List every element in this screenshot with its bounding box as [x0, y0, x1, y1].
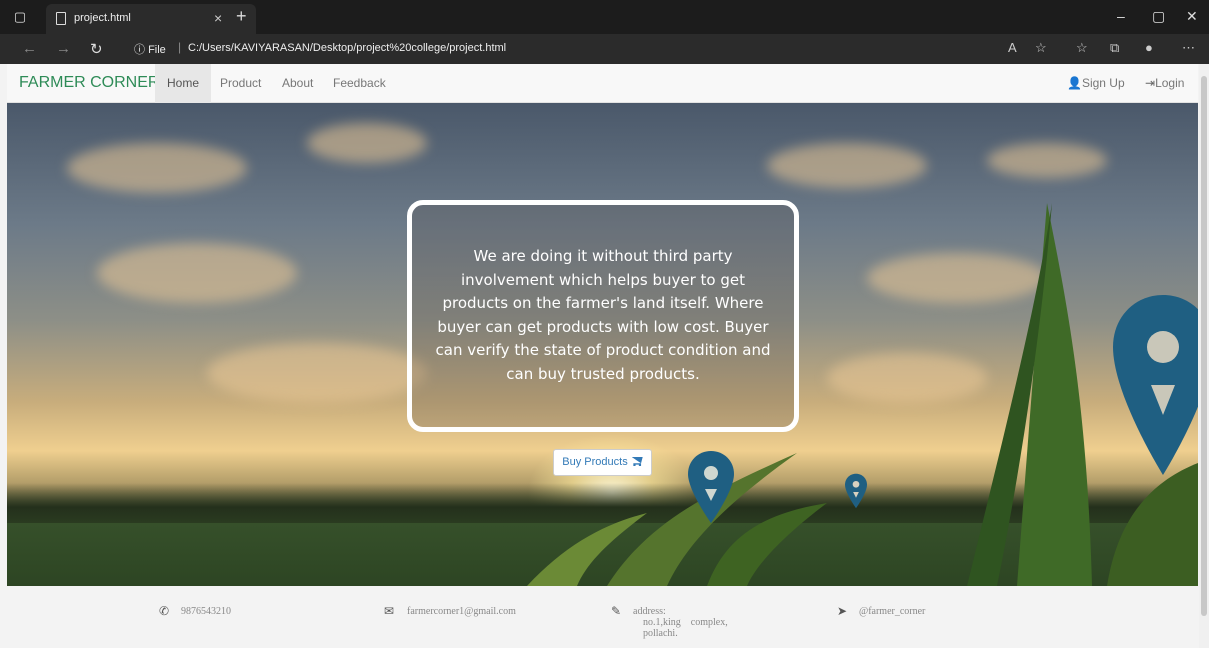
- pushpin-icon: ✎: [611, 604, 622, 618]
- forward-icon[interactable]: →: [56, 40, 71, 57]
- brand-logo[interactable]: FARMER CORNER: [19, 74, 159, 92]
- signup-label: Sign Up: [1081, 76, 1125, 90]
- minimize-icon[interactable]: –: [1117, 8, 1125, 24]
- favorite-add-icon[interactable]: ☆: [1035, 40, 1047, 56]
- close-window-icon[interactable]: ✕: [1186, 8, 1198, 25]
- favorites-icon[interactable]: ☆: [1076, 40, 1088, 56]
- site-navbar: FARMER CORNER Home Product About Feedbac…: [7, 64, 1198, 103]
- nav-home[interactable]: Home: [155, 64, 212, 103]
- signup-link[interactable]: 👤Sign Up: [1067, 64, 1125, 103]
- page-scrollbar[interactable]: [1199, 64, 1209, 648]
- browser-tab[interactable]: project.html ×: [46, 4, 256, 34]
- more-icon[interactable]: ⋯: [1182, 40, 1195, 56]
- url-text[interactable]: C:/Users/KAVIYARASAN/Desktop/project%20c…: [188, 42, 506, 54]
- location-pin-icon: [1113, 295, 1198, 475]
- buy-products-button[interactable]: Buy Products: [553, 449, 652, 476]
- back-icon[interactable]: ←: [22, 40, 37, 57]
- page-icon: [56, 12, 66, 25]
- profile-icon[interactable]: ●: [1145, 40, 1153, 55]
- footer-phone: 9876543210: [181, 606, 231, 617]
- restore-icon[interactable]: ▢: [1152, 8, 1165, 25]
- address-bar-row: ← → ↻ ⓘ File | C:/Users/KAVIYARASAN/Desk…: [0, 34, 1209, 64]
- login-icon: ⇥: [1145, 76, 1156, 90]
- info-box: We are doing it without third party invo…: [407, 200, 799, 432]
- url-separator: |: [178, 40, 182, 54]
- cart-icon: [631, 457, 643, 466]
- send-icon: ➤: [837, 604, 848, 618]
- close-tab-icon[interactable]: ×: [214, 10, 222, 26]
- read-aloud-icon[interactable]: A: [1008, 40, 1017, 55]
- login-label: Login: [1155, 76, 1185, 90]
- location-pin-icon: [688, 451, 734, 523]
- footer-address-line2: pollachi.: [643, 628, 678, 639]
- tab-actions-icon[interactable]: ▢: [12, 9, 28, 25]
- nav-feedback[interactable]: Feedback: [321, 64, 398, 103]
- phone-icon: ✆: [159, 604, 170, 618]
- hero-message: We are doing it without third party invo…: [435, 247, 771, 383]
- footer-address-line1: no.1,king complex,: [643, 617, 728, 628]
- location-pin-icon: [845, 473, 867, 509]
- address-bar[interactable]: ⓘ File | C:/Users/KAVIYARASAN/Desktop/pr…: [122, 37, 1022, 61]
- footer-email[interactable]: farmercorner1@gmail.com: [407, 606, 516, 617]
- footer-address-label: address:: [633, 606, 666, 617]
- new-tab-icon[interactable]: +: [236, 6, 247, 27]
- footer-social[interactable]: @farmer_corner: [859, 606, 925, 617]
- url-scheme: File: [148, 44, 166, 56]
- refresh-icon[interactable]: ↻: [90, 40, 103, 58]
- tab-title: project.html: [74, 12, 131, 24]
- nav-about[interactable]: About: [270, 64, 325, 103]
- collections-icon[interactable]: ⧉: [1110, 40, 1119, 56]
- buy-products-label: Buy Products: [562, 456, 628, 468]
- scrollbar-thumb[interactable]: [1201, 76, 1207, 616]
- site-info-icon[interactable]: ⓘ File: [134, 41, 166, 57]
- envelope-icon: ✉: [384, 604, 395, 618]
- nav-product[interactable]: Product: [208, 64, 273, 103]
- login-link[interactable]: ⇥Login: [1145, 64, 1184, 103]
- user-icon: 👤: [1067, 76, 1082, 90]
- hero-banner: We are doing it without third party invo…: [7, 103, 1198, 586]
- browser-tab-strip: ▢ project.html × + – ▢ ✕: [0, 0, 1209, 34]
- footer-contact: ✆ 9876543210 ✉ farmercorner1@gmail.com ✎…: [7, 586, 1198, 648]
